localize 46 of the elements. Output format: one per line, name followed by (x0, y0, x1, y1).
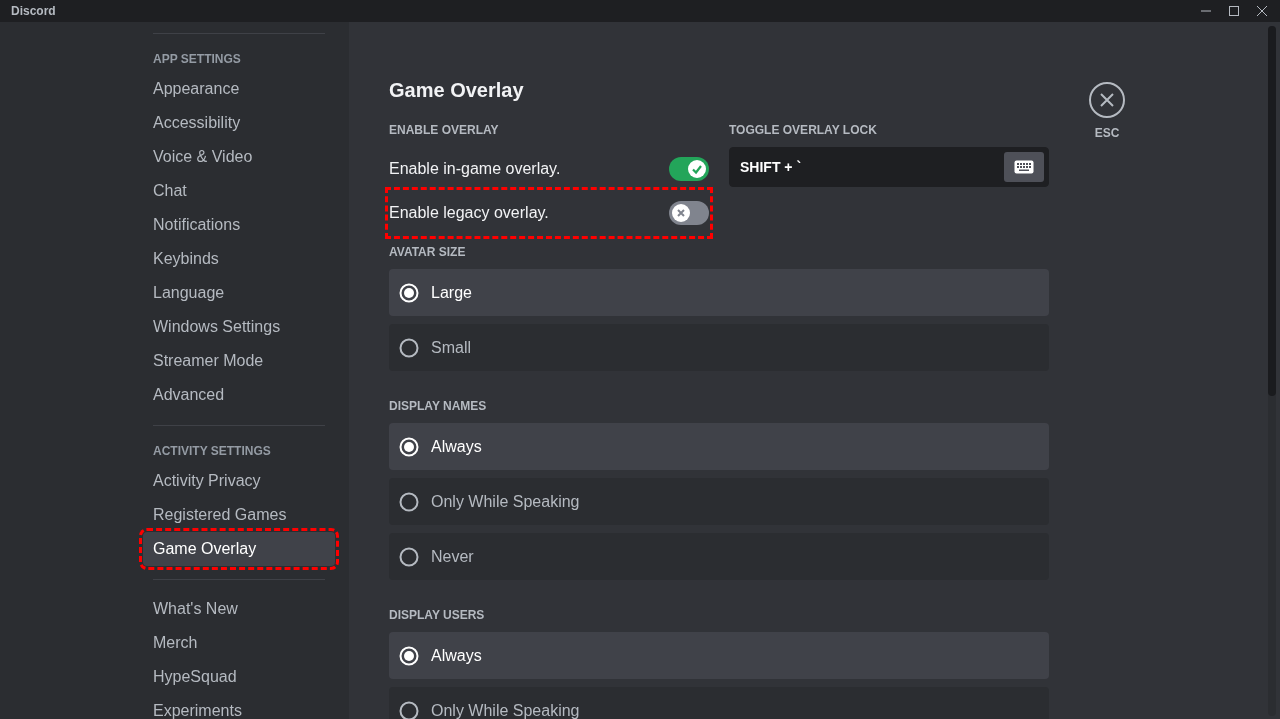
radio-option[interactable]: Never (389, 533, 1049, 580)
section-header: DISPLAY NAMES (389, 398, 488, 415)
sidebar-item[interactable]: Windows Settings (143, 310, 335, 344)
sidebar-item[interactable]: Voice & Video (143, 140, 335, 174)
toggle-label: Enable in-game overlay. (389, 159, 561, 179)
sidebar-item[interactable]: Language (143, 276, 335, 310)
keyboard-button[interactable] (1004, 152, 1044, 182)
check-icon (691, 163, 703, 175)
sidebar-item[interactable]: Chat (143, 174, 335, 208)
section-header: TOGGLE OVERLAY LOCK (729, 122, 878, 139)
radio-option[interactable]: Large (389, 269, 1049, 316)
toggle-label: Enable legacy overlay. (389, 203, 549, 223)
radio-option[interactable]: Always (389, 632, 1049, 679)
section-header: DISPLAY USERS (389, 607, 486, 624)
keybind-value: SHIFT + ` (740, 157, 802, 177)
radio-option[interactable]: Only While Speaking (389, 478, 1049, 525)
sidebar-item[interactable]: Activity Privacy (143, 464, 335, 498)
sidebar-item[interactable]: Merch (143, 626, 335, 660)
window-title: Discord (11, 3, 56, 20)
page-title: Game Overlay (389, 78, 525, 103)
toggle-switch[interactable] (669, 157, 709, 181)
sidebar-item[interactable]: What's New (143, 592, 335, 626)
scrollbar[interactable] (1268, 26, 1276, 716)
keyboard-icon (1014, 160, 1034, 174)
toggle-switch[interactable] (669, 201, 709, 225)
section-header: ACTIVITY SETTINGS (152, 443, 272, 460)
section-header: APP SETTINGS (152, 51, 242, 68)
esc-label: ESC (1094, 125, 1120, 142)
section-header: ENABLE OVERLAY (389, 122, 500, 139)
sidebar-item[interactable]: Experiments (143, 694, 335, 719)
close-icon (1099, 92, 1115, 108)
radio-option[interactable]: Only While Speaking (389, 687, 1049, 719)
sidebar-item[interactable]: Accessibility (143, 106, 335, 140)
radio-option[interactable]: Always (389, 423, 1049, 470)
section-header: AVATAR SIZE (389, 244, 467, 261)
sidebar-item[interactable]: Streamer Mode (143, 344, 335, 378)
sidebar-item[interactable]: HypeSquad (143, 660, 335, 694)
sidebar-item[interactable]: Advanced (143, 378, 335, 412)
sidebar-item[interactable]: Appearance (143, 72, 335, 106)
radio-option[interactable]: Small (389, 324, 1049, 371)
sidebar-item[interactable]: Notifications (143, 208, 335, 242)
keybind-field[interactable]: SHIFT + ` (729, 147, 1049, 187)
sidebar-item[interactable]: Registered Games (143, 498, 335, 532)
sidebar-item[interactable]: Keybinds (143, 242, 335, 276)
close-button[interactable] (1089, 82, 1125, 118)
x-icon (676, 208, 686, 218)
